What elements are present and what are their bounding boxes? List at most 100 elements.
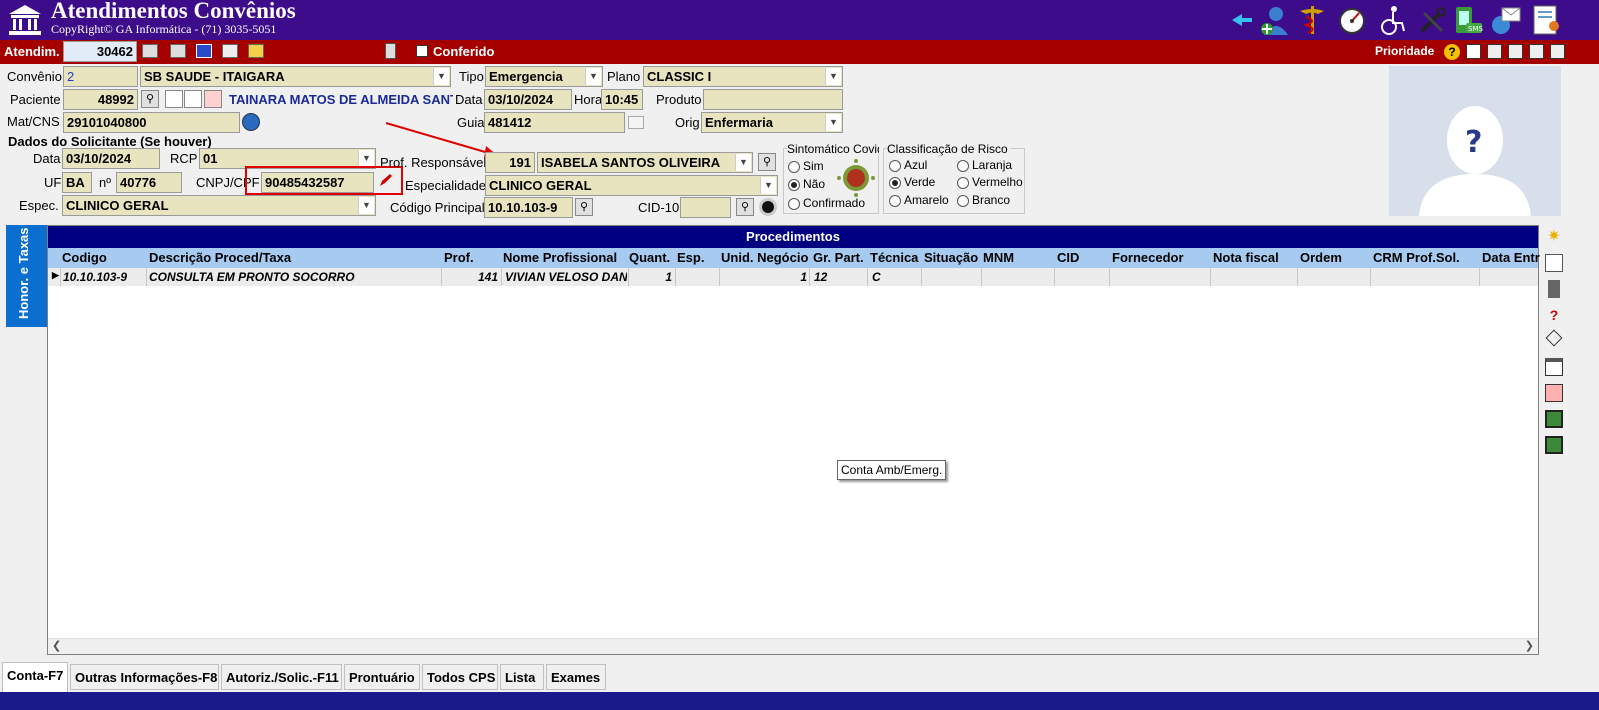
sol-data-field[interactable]: 03/10/2024: [62, 148, 160, 169]
atendim-field[interactable]: 30462: [63, 41, 137, 62]
copy-icon[interactable]: [1545, 254, 1563, 272]
chevron-down-icon[interactable]: ▼: [358, 150, 374, 167]
orig-select[interactable]: Enfermaria ▼: [701, 112, 843, 133]
chevron-down-icon[interactable]: ▼: [825, 114, 841, 131]
calendar2-icon[interactable]: [1545, 358, 1563, 376]
chevron-down-icon[interactable]: ▼: [735, 154, 751, 171]
form-user-icon[interactable]: [1530, 3, 1562, 37]
prof-code-field[interactable]: 191: [485, 152, 535, 173]
paciente-code-field[interactable]: 48992: [63, 89, 138, 110]
prof-select[interactable]: ISABELA SANTOS OLIVEIRA ▼: [537, 152, 753, 173]
documents-icon[interactable]: [184, 90, 202, 108]
pointing-hand-icon[interactable]: [248, 44, 264, 58]
cell-unid[interactable]: 1: [721, 270, 807, 284]
data-field[interactable]: 03/10/2024: [484, 89, 572, 110]
patient-photo[interactable]: ?: [1389, 66, 1561, 216]
tab-honor-taxas[interactable]: Honor. e Taxas: [6, 225, 47, 327]
tab-prontuario[interactable]: Prontuário: [344, 664, 420, 690]
col-nome-profissional[interactable]: Nome Profissional: [503, 250, 617, 265]
sintomatico-sim-radio[interactable]: [788, 161, 800, 173]
calculator-icon[interactable]: [385, 43, 396, 59]
col-esp[interactable]: Esp.: [677, 250, 704, 265]
email-globe-icon[interactable]: [1490, 3, 1522, 37]
col-codigo[interactable]: Codigo: [62, 250, 107, 265]
report2-icon[interactable]: [1508, 44, 1523, 59]
help2-icon[interactable]: ?: [1545, 306, 1563, 324]
add-user-icon[interactable]: [1258, 3, 1290, 37]
chevron-down-icon[interactable]: ▼: [433, 68, 449, 85]
globe-icon[interactable]: [242, 113, 260, 131]
cell-codigo[interactable]: 10.10.103-9: [63, 270, 127, 284]
col-ordem[interactable]: Ordem: [1300, 250, 1342, 265]
col-fornecedor[interactable]: Fornecedor: [1112, 250, 1184, 265]
chevron-down-icon[interactable]: ▼: [358, 197, 374, 214]
binoculars-icon[interactable]: ⚲: [758, 153, 776, 171]
uf-field[interactable]: BA: [62, 172, 92, 193]
back-arrow-icon[interactable]: [1226, 3, 1258, 37]
record-icon[interactable]: [759, 198, 777, 216]
col-situacao[interactable]: Situação: [924, 250, 978, 265]
tab-lista[interactable]: Lista: [500, 664, 544, 690]
tipo-select[interactable]: Emergencia ▼: [485, 66, 603, 87]
cell-grpart[interactable]: 12: [814, 270, 827, 284]
col-descricao[interactable]: Descrição Proced/Taxa: [149, 250, 291, 265]
risco-azul-radio[interactable]: [889, 160, 901, 172]
risco-laranja-radio[interactable]: [957, 160, 969, 172]
tab-outras-informacoes[interactable]: Outras Informações-F8: [70, 664, 219, 690]
printer-icon[interactable]: [204, 90, 222, 108]
col-unid-negocio[interactable]: Unid. Negócio: [721, 250, 808, 265]
tab-exames[interactable]: Exames: [546, 664, 606, 690]
eraser-icon[interactable]: [1545, 329, 1563, 347]
col-gr-part[interactable]: Gr. Part.: [813, 250, 864, 265]
chevron-down-icon[interactable]: ▼: [760, 177, 776, 194]
col-crm-prof-sol[interactable]: CRM Prof.Sol.: [1373, 250, 1460, 265]
scroll-left-icon[interactable]: ❮: [52, 639, 61, 652]
col-data-entr[interactable]: Data Entr: [1482, 250, 1540, 265]
guia-field[interactable]: 481412: [484, 112, 625, 133]
hora-field[interactable]: 10:45: [601, 89, 643, 110]
especialidade-select[interactable]: CLINICO GERAL ▼: [485, 175, 778, 196]
risco-branco-radio[interactable]: [957, 195, 969, 207]
horizontal-scrollbar[interactable]: ❮ ❯: [48, 638, 1538, 654]
document-icon[interactable]: [165, 90, 183, 108]
camera2-icon[interactable]: [170, 44, 186, 58]
medical-caduceus-icon[interactable]: [1296, 3, 1328, 37]
cell-prof[interactable]: 141: [442, 270, 498, 284]
conferido-checkbox[interactable]: [416, 45, 428, 57]
scroll-right-icon[interactable]: ❯: [1525, 639, 1534, 652]
col-quant[interactable]: Quant.: [629, 250, 670, 265]
sintomatico-confirmado-radio[interactable]: [788, 198, 800, 210]
col-nota-fiscal[interactable]: Nota fiscal: [1213, 250, 1279, 265]
matcns-field[interactable]: 29101040800: [63, 112, 240, 133]
cell-nome[interactable]: VIVIAN VELOSO DAN: [505, 270, 627, 284]
col-cid[interactable]: CID: [1057, 250, 1079, 265]
camera-icon[interactable]: [142, 44, 158, 58]
sintomatico-nao-radio[interactable]: [788, 179, 800, 191]
tab-conta[interactable]: Conta-F7: [2, 662, 68, 692]
risco-vermelho-radio[interactable]: [957, 177, 969, 189]
report3-icon[interactable]: [1529, 44, 1544, 59]
help-icon[interactable]: ?: [1444, 44, 1460, 60]
col-tecnica[interactable]: Técnica: [870, 250, 918, 265]
espec-select[interactable]: CLINICO GERAL ▼: [62, 195, 376, 216]
plano-select[interactable]: CLASSIC I ▼: [643, 66, 843, 87]
risco-amarelo-radio[interactable]: [889, 195, 901, 207]
cell-descricao[interactable]: CONSULTA EM PRONTO SOCORRO: [149, 270, 355, 284]
col-prof[interactable]: Prof.: [444, 250, 474, 265]
tab-autoriz-solic[interactable]: Autoriz./Solic.-F11: [221, 664, 342, 690]
convenio-code-field[interactable]: 2: [63, 66, 138, 87]
cell-tecnica[interactable]: C: [872, 270, 881, 284]
binoculars-icon[interactable]: ⚲: [141, 90, 159, 108]
cid-field[interactable]: [680, 197, 731, 218]
card-icon[interactable]: [196, 44, 212, 58]
numero-field[interactable]: 40776: [116, 172, 182, 193]
tools-icon[interactable]: [1416, 3, 1448, 37]
new-icon[interactable]: ✷: [1545, 228, 1563, 246]
procedimentos-grid[interactable]: Procedimentos Codigo Descrição Proced/Ta…: [47, 225, 1540, 655]
cell-quant[interactable]: 1: [629, 270, 672, 284]
people-icon[interactable]: [222, 44, 238, 58]
binoculars-icon[interactable]: ⚲: [575, 198, 593, 216]
report4-icon[interactable]: [1550, 44, 1565, 59]
risco-verde-radio[interactable]: [889, 177, 901, 189]
chevron-down-icon[interactable]: ▼: [585, 68, 601, 85]
